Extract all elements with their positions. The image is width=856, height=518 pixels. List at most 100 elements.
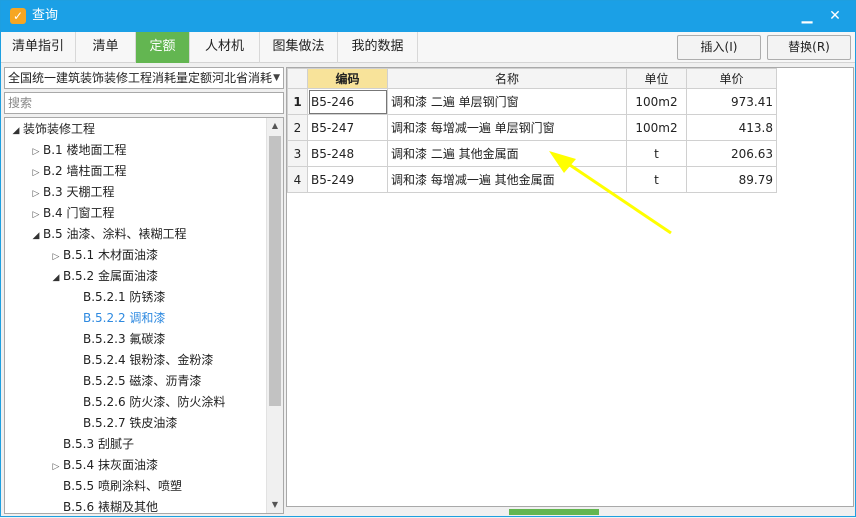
- tree-item-label: B.4 门窗工程: [43, 206, 115, 220]
- tree-item[interactable]: B.5.2.6 防火漆、防火涂料: [69, 392, 225, 413]
- tab-bill[interactable]: 清单: [76, 32, 136, 63]
- cell-price[interactable]: 89.79: [686, 166, 777, 193]
- tree-item[interactable]: B.5.2.3 氟碳漆: [69, 329, 165, 350]
- tree-item[interactable]: B.5.2.4 银粉漆、金粉漆: [69, 350, 213, 371]
- tree-item-label: B.3 天棚工程: [43, 185, 115, 199]
- cell-name[interactable]: 调和漆 二遍 其他金属面: [387, 140, 627, 167]
- cell-name[interactable]: 调和漆 每增减一遍 单层钢门窗: [387, 114, 627, 141]
- cell-unit[interactable]: 100m2: [626, 88, 687, 115]
- cell-unit[interactable]: 100m2: [626, 114, 687, 141]
- tree-item-label: B.2 墙柱面工程: [43, 164, 127, 178]
- column-header-unit[interactable]: 单位: [626, 68, 687, 89]
- tab-my-data[interactable]: 我的数据: [338, 32, 418, 63]
- tree-item[interactable]: B.5.5 喷刷涂料、喷塑: [49, 476, 182, 497]
- table-row[interactable]: 4 B5-249 调和漆 每增减一遍 其他金属面 t 89.79: [287, 166, 777, 193]
- tree-item[interactable]: B.5.6 裱糊及其他: [49, 497, 158, 514]
- expanded-icon[interactable]: ◢: [29, 226, 43, 247]
- scroll-down-icon[interactable]: ▼: [267, 497, 283, 513]
- cell-unit[interactable]: t: [626, 166, 687, 193]
- tree-item-label: B.5.2.1 防锈漆: [83, 290, 166, 304]
- cell-code[interactable]: B5-249: [307, 166, 388, 193]
- tree-item-label: B.5.2.7 铁皮油漆: [83, 416, 178, 430]
- window-title: 查询: [32, 8, 59, 23]
- insert-button[interactable]: 插入(I): [677, 35, 761, 60]
- tree-item-label: B.5.4 抹灰面油漆: [63, 458, 158, 472]
- minimize-icon[interactable]: ▁: [798, 7, 816, 25]
- tab-bar: 清单指引 清单 定额 人材机 图集做法 我的数据 插入(I) 替换(R): [1, 32, 855, 63]
- tree-item-label: B.5.2.6 防火漆、防火涂料: [83, 395, 226, 409]
- scroll-up-icon[interactable]: ▲: [267, 118, 283, 134]
- column-header-price[interactable]: 单价: [686, 68, 777, 89]
- tree-item-label: B.5.2 金属面油漆: [63, 269, 158, 283]
- left-panel: 全国统一建筑装饰装修工程消耗量定额河北省消耗 ▼ 搜索 ◢ 装饰装修工程 ▷ B.1 …: [2, 67, 284, 515]
- collapsed-icon[interactable]: ▷: [29, 142, 43, 163]
- replace-button[interactable]: 替换(R): [767, 35, 851, 60]
- library-select-value: 全国统一建筑装饰装修工程消耗量定额河北省消耗: [8, 71, 273, 85]
- collapsed-icon[interactable]: ▷: [29, 184, 43, 205]
- tab-labor-material-machine[interactable]: 人材机: [190, 32, 260, 63]
- tree-item-label: B.1 楼地面工程: [43, 143, 127, 157]
- tree-item-label: B.5.6 裱糊及其他: [63, 500, 158, 514]
- tree-item[interactable]: ▷ B.1 楼地面工程: [29, 140, 127, 161]
- row-number[interactable]: 1: [287, 88, 308, 115]
- scrollbar-thumb[interactable]: [269, 136, 281, 406]
- cell-code[interactable]: B5-247: [307, 114, 388, 141]
- panel-splitter-handle[interactable]: [509, 509, 599, 515]
- collapsed-icon[interactable]: ▷: [49, 457, 63, 478]
- tree-item[interactable]: ▷ B.5.1 木材面油漆: [49, 245, 158, 266]
- column-header-name[interactable]: 名称: [387, 68, 627, 89]
- tree-item-label: B.5.2.2 调和漆: [83, 311, 166, 325]
- tree-item-label: B.5.5 喷刷涂料、喷塑: [63, 479, 182, 493]
- tree-item-label: B.5.1 木材面油漆: [63, 248, 158, 262]
- query-window: ✓ 查询 ▁ ✕ 清单指引 清单 定额 人材机 图集做法 我的数据 插入(I) …: [0, 0, 856, 517]
- library-select[interactable]: 全国统一建筑装饰装修工程消耗量定额河北省消耗 ▼: [4, 67, 284, 89]
- tree-item[interactable]: ◢ B.5 油漆、涂料、裱糊工程: [29, 224, 187, 245]
- tree-item-label: B.5.2.5 磁漆、沥青漆: [83, 374, 202, 388]
- cell-price[interactable]: 973.41: [686, 88, 777, 115]
- title-bar: ✓ 查询 ▁ ✕: [1, 1, 855, 32]
- tree-item[interactable]: B.5.3 刮腻子: [49, 434, 134, 455]
- row-number[interactable]: 2: [287, 114, 308, 141]
- cell-price[interactable]: 206.63: [686, 140, 777, 167]
- tree-item[interactable]: B.5.2.1 防锈漆: [69, 287, 165, 308]
- tree-item-label: B.5 油漆、涂料、裱糊工程: [43, 227, 187, 241]
- table-row[interactable]: 3 B5-248 调和漆 二遍 其他金属面 t 206.63: [287, 140, 777, 167]
- quota-tree: ◢ 装饰装修工程 ▷ B.1 楼地面工程 ▷ B.2 墙柱面工程 ▷ B.3 天棚工程 ▷ B.4…: [4, 117, 284, 514]
- tree-item[interactable]: ◢ B.5.2 金属面油漆: [49, 266, 158, 287]
- app-icon: ✓: [10, 8, 26, 24]
- tree-item[interactable]: B.5.2.7 铁皮油漆: [69, 413, 177, 434]
- table-row[interactable]: 2 B5-247 调和漆 每增减一遍 单层钢门窗 100m2 413.8: [287, 114, 777, 141]
- tree-item-label: B.5.3 刮腻子: [63, 437, 134, 451]
- tree-item[interactable]: ▷ B.3 天棚工程: [29, 182, 115, 203]
- tab-quota[interactable]: 定额: [136, 32, 190, 63]
- tree-item[interactable]: ▷ B.2 墙柱面工程: [29, 161, 127, 182]
- cell-name[interactable]: 调和漆 二遍 单层钢门窗: [387, 88, 627, 115]
- collapsed-icon[interactable]: ▷: [49, 247, 63, 268]
- row-number[interactable]: 3: [287, 140, 308, 167]
- expanded-icon[interactable]: ◢: [9, 121, 23, 142]
- cell-code[interactable]: B5-246: [307, 88, 388, 115]
- cell-code[interactable]: B5-248: [307, 140, 388, 167]
- search-input[interactable]: 搜索: [4, 92, 284, 114]
- tree-item[interactable]: B.5.2.5 磁漆、沥青漆: [69, 371, 201, 392]
- cell-name[interactable]: 调和漆 每增减一遍 其他金属面: [387, 166, 627, 193]
- expanded-icon[interactable]: ◢: [49, 268, 63, 289]
- tree-scrollbar[interactable]: ▲ ▼: [266, 118, 283, 513]
- column-header-code[interactable]: 编码: [307, 68, 388, 89]
- tree-item-label: B.5.2.4 银粉漆、金粉漆: [83, 353, 214, 367]
- collapsed-icon[interactable]: ▷: [29, 205, 43, 226]
- cell-price[interactable]: 413.8: [686, 114, 777, 141]
- tree-item[interactable]: ▷ B.5.4 抹灰面油漆: [49, 455, 158, 476]
- tree-item[interactable]: B.5.2.2 调和漆: [69, 308, 165, 329]
- row-number[interactable]: 4: [287, 166, 308, 193]
- tab-bill-guide[interactable]: 清单指引: [1, 32, 76, 63]
- results-table: 编码 名称 单位 单价 1 B5-246 调和漆 二遍 单层钢门窗 100m2 973.…: [287, 68, 777, 193]
- collapsed-icon[interactable]: ▷: [29, 163, 43, 184]
- tree-item[interactable]: ▷ B.4 门窗工程: [29, 203, 115, 224]
- table-row[interactable]: 1 B5-246 调和漆 二遍 单层钢门窗 100m2 973.41: [287, 88, 777, 115]
- cell-unit[interactable]: t: [626, 140, 687, 167]
- tree-item[interactable]: ◢ 装饰装修工程: [9, 119, 95, 140]
- chevron-down-icon[interactable]: ▼: [273, 68, 280, 88]
- close-icon[interactable]: ✕: [826, 7, 844, 25]
- tab-atlas-method[interactable]: 图集做法: [260, 32, 338, 63]
